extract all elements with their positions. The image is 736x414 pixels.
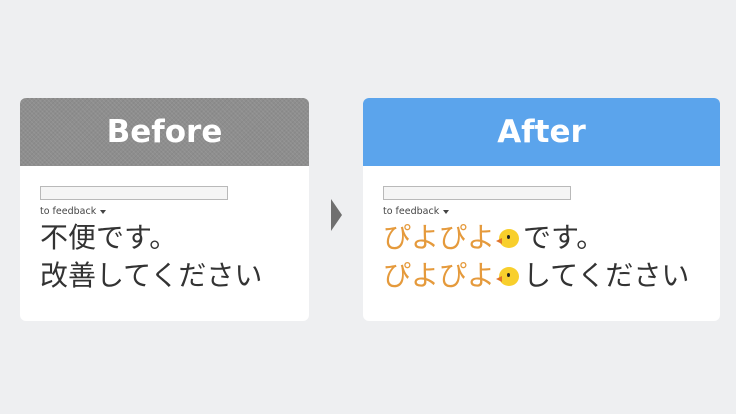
after-header: After xyxy=(363,98,720,166)
before-message-line-2: 改善してください xyxy=(40,259,263,292)
after-dropdown-label: to feedback xyxy=(383,206,440,217)
after-line-1-text: です。 xyxy=(523,221,605,254)
before-dropdown-label: to feedback xyxy=(40,206,97,217)
after-card: After to feedback ぴよぴよ です。 ぴよぴよ してください xyxy=(363,98,720,321)
after-message-line-1: ぴよぴよ です。 xyxy=(383,219,720,257)
caret-down-icon xyxy=(443,209,450,214)
before-feedback-form: to feedback 不便です。 改善してください xyxy=(20,166,309,295)
caret-down-icon xyxy=(100,209,107,214)
before-card: Before to feedback 不便です。 改善してください xyxy=(20,98,309,321)
before-header: Before xyxy=(20,98,309,166)
before-feedback-dropdown[interactable]: to feedback xyxy=(40,206,309,217)
baby-chick-icon xyxy=(496,264,521,288)
piyo-text: ぴよぴよ xyxy=(383,221,496,254)
piyo-text: ぴよぴよ xyxy=(383,259,496,292)
after-feedback-form: to feedback ぴよぴよ です。 ぴよぴよ してください xyxy=(363,166,720,295)
after-feedback-dropdown[interactable]: to feedback xyxy=(383,206,720,217)
after-line-2-text: してください xyxy=(523,259,690,292)
right-arrow-icon xyxy=(331,199,342,231)
before-text-input[interactable] xyxy=(40,186,228,200)
after-text-input[interactable] xyxy=(383,186,571,200)
before-message-line-1: 不便です。 xyxy=(40,221,178,254)
after-message-line-2: ぴよぴよ してください xyxy=(383,257,720,295)
baby-chick-icon xyxy=(496,226,521,250)
